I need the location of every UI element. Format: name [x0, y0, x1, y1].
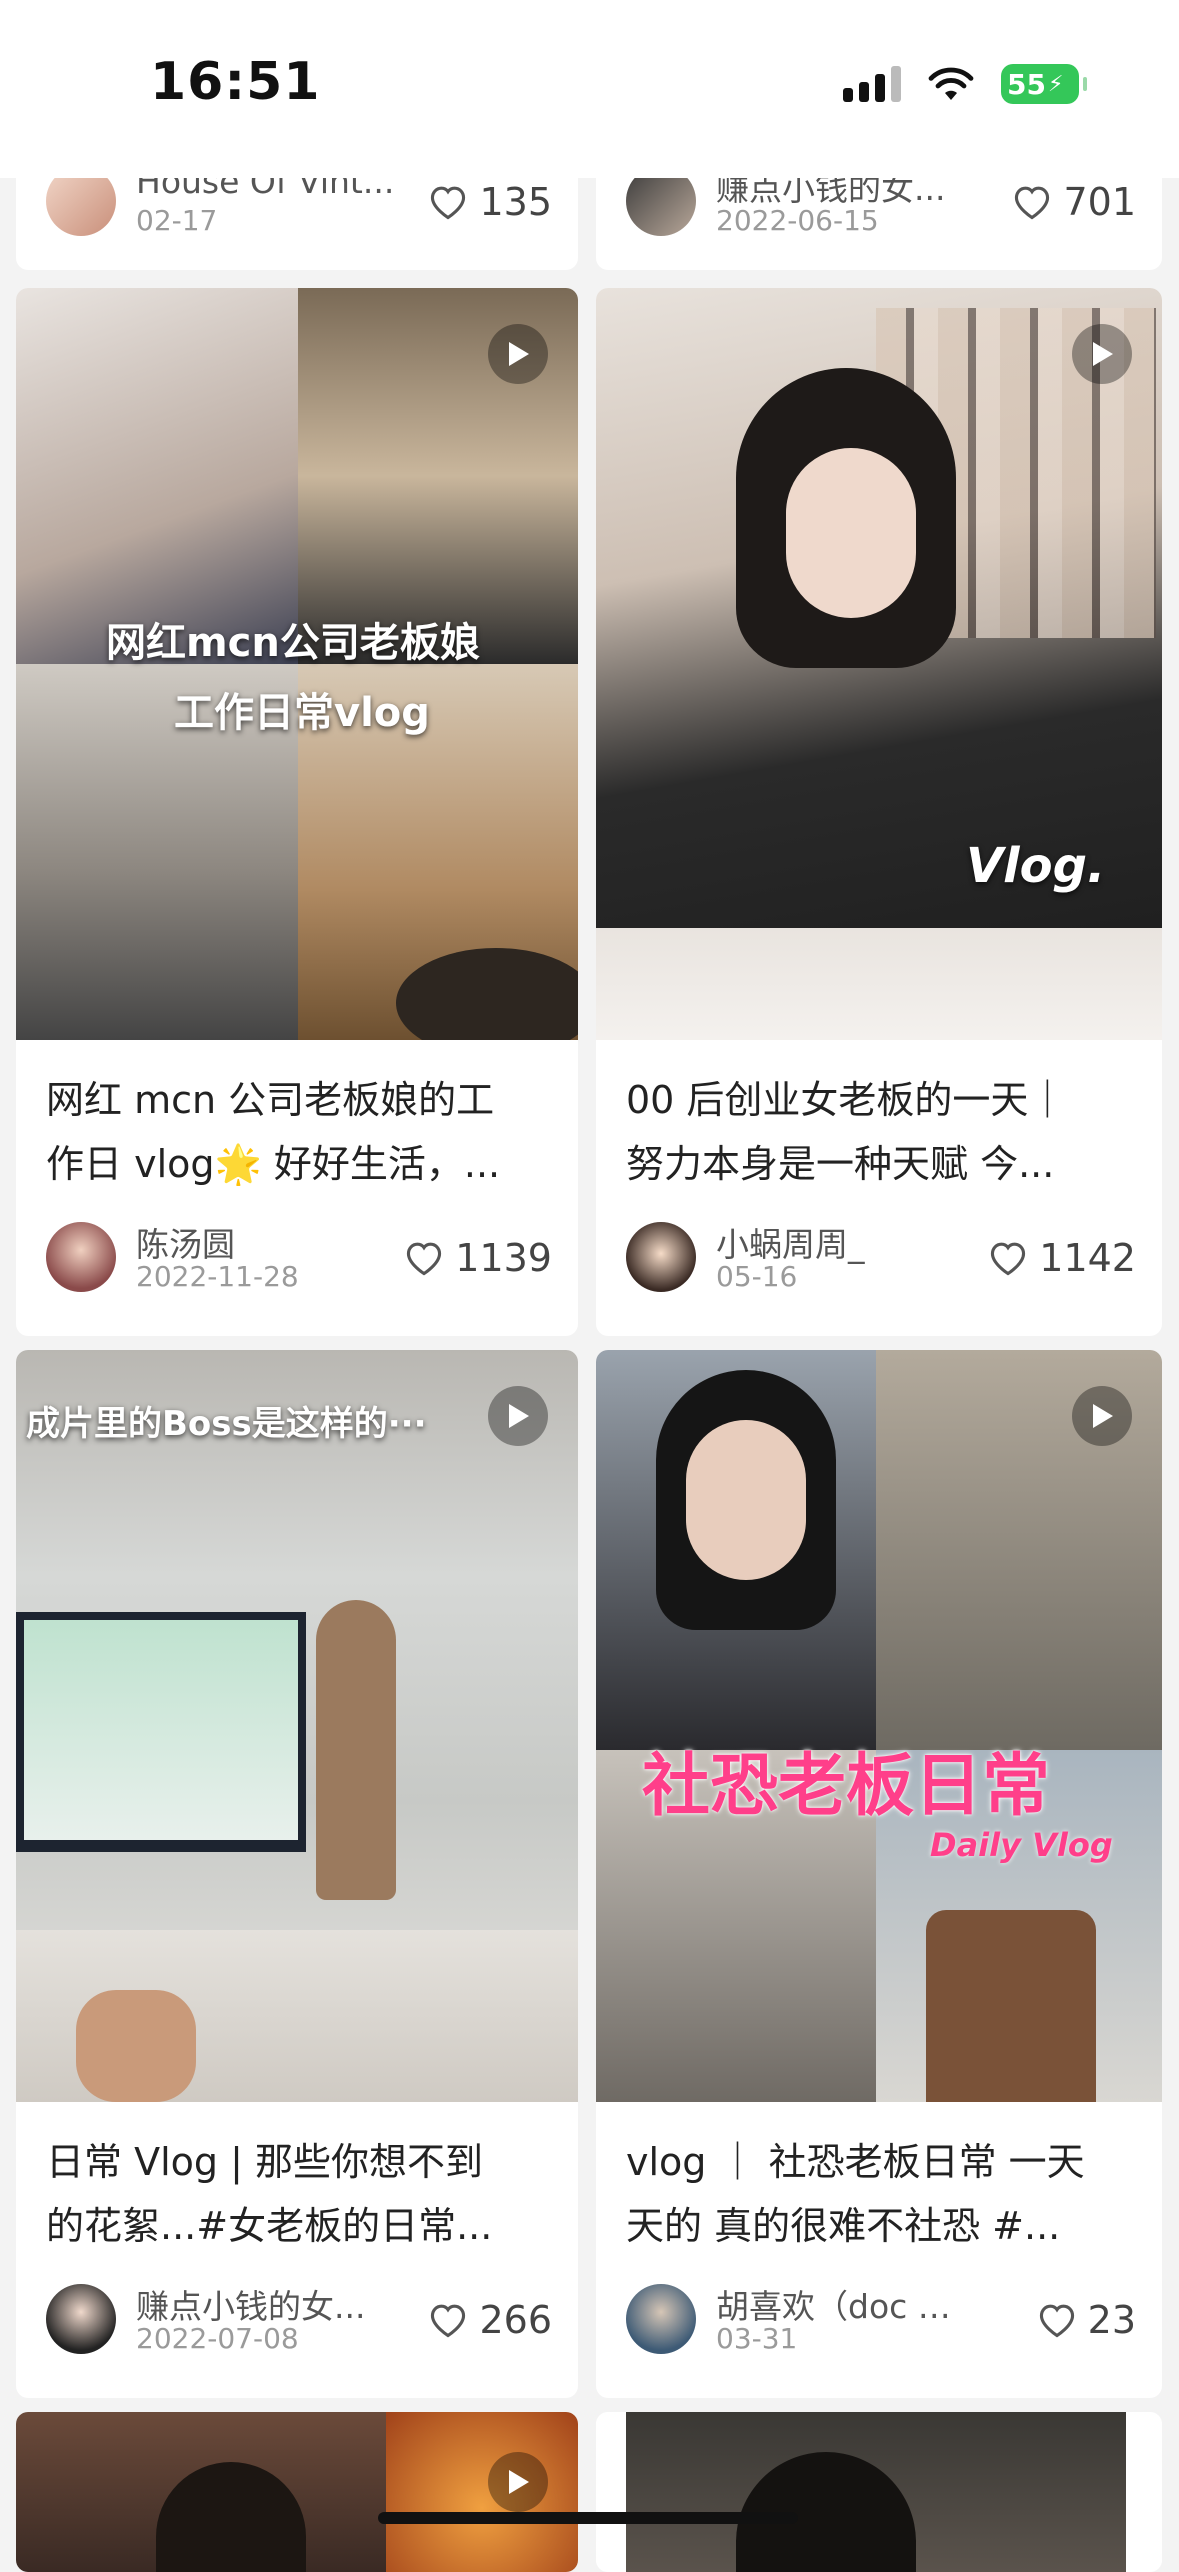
like-button[interactable]: 1139: [403, 1236, 552, 1280]
card-title-line: 00 后创业女老板的一天｜: [626, 1078, 1067, 1122]
card-title-line: 网红 mcn 公司老板娘的工: [46, 1078, 495, 1122]
author-name[interactable]: 赚点小钱的女...: [136, 2280, 396, 2328]
author-name[interactable]: 陈汤圆: [136, 1218, 396, 1266]
feed-card[interactable]: [596, 2412, 1162, 2572]
like-count: 701: [1063, 180, 1136, 224]
author-name[interactable]: 胡喜欢（doc 咖...: [716, 2280, 976, 2328]
like-count: 266: [479, 2298, 552, 2342]
battery-icon: 55 ⚡: [1001, 64, 1087, 104]
video-thumbnail[interactable]: 网红mcn公司老板娘 工作日常vlog: [16, 288, 578, 1040]
like-count: 135: [479, 180, 552, 224]
card-title-line: 作日 vlog🌟 好好生活，...: [46, 1142, 501, 1186]
video-thumbnail[interactable]: [16, 2412, 578, 2572]
card-title-line: 日常 Vlog | 那些你想不到: [46, 2140, 483, 2184]
card-title-line: 努力本身是一种天赋 今...: [626, 1142, 1055, 1186]
play-icon: [488, 324, 548, 384]
thumbnail-caption: 网红mcn公司老板娘: [106, 620, 480, 666]
card-title[interactable]: vlog ｜ 社恐老板日常 一天 天的 真的很难不社恐 #...: [626, 2130, 1146, 2258]
video-thumbnail[interactable]: Vlog.: [596, 288, 1162, 1040]
like-button[interactable]: 1142: [987, 1236, 1136, 1280]
play-icon: [488, 1386, 548, 1446]
thumbnail-caption: 工作日常vlog: [174, 690, 430, 736]
card-title[interactable]: 日常 Vlog | 那些你想不到 的花絮...#女老板的日常...: [46, 2130, 566, 2258]
like-button[interactable]: 701: [1011, 180, 1136, 224]
heart-outline-icon: [431, 186, 466, 220]
video-thumbnail[interactable]: 成片里的Boss是这样的···: [16, 1350, 578, 2102]
video-thumbnail[interactable]: 社恐老板日常 Daily Vlog: [596, 1350, 1162, 2102]
status-bar: 16:51 55 ⚡: [0, 0, 1179, 178]
card-meta: 赚点小钱的女... 2022-07-08 266: [46, 2280, 552, 2360]
heart-outline-icon: [1039, 2304, 1074, 2338]
heart-outline-icon: [991, 1242, 1026, 1276]
heart-outline-icon: [407, 1242, 442, 1276]
status-time: 16:51: [150, 52, 321, 112]
like-count: 23: [1087, 2298, 1136, 2342]
like-button[interactable]: 23: [1036, 2298, 1136, 2342]
thumbnail-caption: 成片里的Boss是这样的···: [26, 1404, 427, 1444]
cellular-signal-icon: [843, 66, 901, 102]
feed-card[interactable]: 网红mcn公司老板娘 工作日常vlog 网红 mcn 公司老板娘的工 作日 vl…: [16, 288, 578, 1336]
feed-card[interactable]: 成片里的Boss是这样的··· 日常 Vlog | 那些你想不到 的花絮...#…: [16, 1350, 578, 2398]
card-title-line: 的花絮...#女老板的日常...: [46, 2204, 493, 2248]
card-meta: 陈汤圆 2022-11-28 1139: [46, 1218, 552, 1298]
feed-card[interactable]: Vlog. 00 后创业女老板的一天｜ 努力本身是一种天赋 今... 小蜗周周_…: [596, 288, 1162, 1336]
video-thumbnail[interactable]: [596, 2412, 1162, 2572]
like-count: 1142: [1039, 1236, 1136, 1280]
author-name[interactable]: 小蜗周周_: [716, 1218, 976, 1266]
like-button[interactable]: 266: [427, 2298, 552, 2342]
card-meta: 小蜗周周_ 05-16 1142: [626, 1218, 1136, 1298]
card-title-line: 天的 真的很难不社恐 #...: [626, 2204, 1061, 2248]
battery-level: 55: [1007, 67, 1046, 101]
home-indicator[interactable]: [378, 2512, 798, 2524]
thumbnail-caption: Vlog.: [966, 838, 1106, 894]
post-date: 02-17: [136, 204, 218, 237]
like-button[interactable]: 135: [427, 180, 552, 224]
feed-card[interactable]: [16, 2412, 578, 2572]
like-count: 1139: [455, 1236, 552, 1280]
play-icon: [1072, 324, 1132, 384]
play-icon: [488, 2452, 548, 2512]
heart-outline-icon: [1015, 186, 1050, 220]
status-icons: 55 ⚡: [843, 64, 1087, 104]
card-title[interactable]: 网红 mcn 公司老板娘的工 作日 vlog🌟 好好生活，...: [46, 1068, 566, 1196]
avatar[interactable]: [46, 2284, 116, 2354]
card-title-line: vlog ｜ 社恐老板日常 一天: [626, 2140, 1085, 2184]
avatar[interactable]: [626, 1222, 696, 1292]
thumbnail-caption: Daily Vlog: [930, 1826, 1113, 1864]
avatar[interactable]: [46, 1222, 116, 1292]
post-date: 2022-07-08: [136, 2322, 299, 2355]
card-meta: 胡喜欢（doc 咖... 03-31 23: [626, 2280, 1136, 2360]
play-icon: [1072, 1386, 1132, 1446]
heart-outline-icon: [431, 2304, 466, 2338]
wifi-icon: [928, 67, 974, 100]
post-date: 2022-06-15: [716, 204, 879, 237]
card-title[interactable]: 00 后创业女老板的一天｜ 努力本身是一种天赋 今...: [626, 1068, 1146, 1196]
post-date: 05-16: [716, 1260, 798, 1293]
thumbnail-caption: 社恐老板日常: [642, 1747, 1051, 1826]
post-date: 2022-11-28: [136, 1260, 299, 1293]
feed-card[interactable]: 社恐老板日常 Daily Vlog vlog ｜ 社恐老板日常 一天 天的 真的…: [596, 1350, 1162, 2398]
avatar[interactable]: [626, 2284, 696, 2354]
post-date: 03-31: [716, 2322, 798, 2355]
